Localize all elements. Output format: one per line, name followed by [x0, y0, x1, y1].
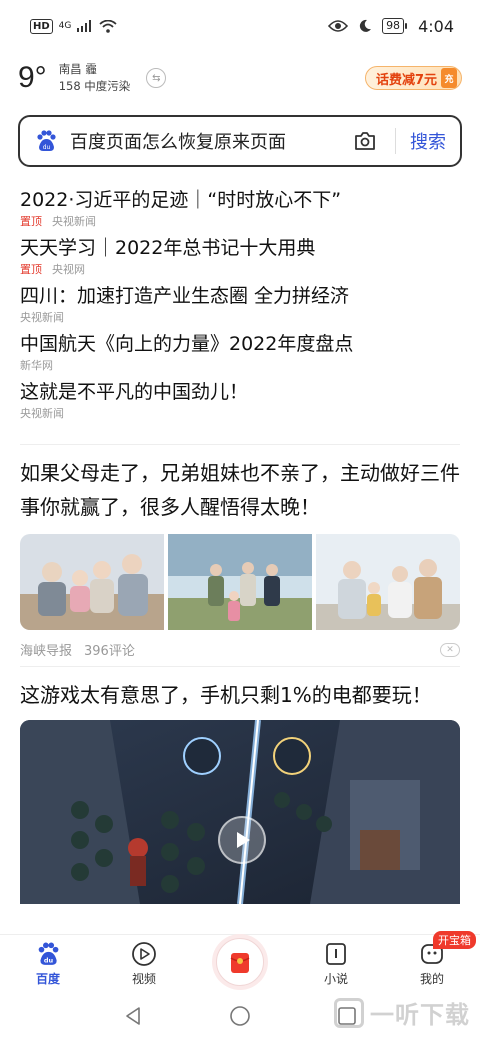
- red-envelope-button[interactable]: [216, 937, 264, 986]
- video-play-icon: [132, 941, 156, 966]
- camera-icon[interactable]: [353, 129, 377, 153]
- watermark-text: 一听下载: [370, 1001, 470, 1029]
- feed-article[interactable]: 这游戏太有意思了，手机只剩1%的电都要玩！: [20, 678, 460, 904]
- home-icon[interactable]: [229, 1005, 251, 1027]
- dismiss-icon[interactable]: ✕: [440, 642, 460, 657]
- phone-recharge-icon: 充: [441, 68, 457, 88]
- video-thumbnail[interactable]: [20, 720, 460, 904]
- play-button[interactable]: [218, 816, 266, 864]
- news-title[interactable]: 四川：加速打造产业生态圈 全力拼经济: [20, 282, 460, 310]
- tab-label: 百度: [35, 971, 60, 986]
- watermark-logo-icon: [334, 997, 364, 1028]
- play-icon: [237, 832, 250, 848]
- tab-label: 小说: [323, 971, 348, 986]
- wifi-icon: [99, 19, 117, 33]
- list-item[interactable]: 2022·习近平的足迹｜“时时放心不下” 置顶 央视新闻: [20, 186, 460, 230]
- svg-text:du: du: [43, 144, 51, 151]
- divider: [20, 444, 460, 445]
- article-photo: [20, 534, 164, 630]
- list-item[interactable]: 中国航天《向上的力量》2022年度盘点 新华网: [20, 330, 460, 374]
- weather-bar: 9° 南昌 霾 158 中度污染 ⇆ 话费减7元 充: [18, 58, 462, 98]
- search-divider: [395, 128, 396, 154]
- news-source: 央视网: [52, 263, 85, 276]
- tab-video[interactable]: 视频: [108, 941, 180, 987]
- do-not-disturb-moon-icon: [359, 19, 372, 32]
- news-title[interactable]: 中国航天《向上的力量》2022年度盘点: [20, 330, 460, 358]
- book-icon: [326, 942, 346, 965]
- game-screenshot: [20, 720, 460, 904]
- hot-news-list: 2022·习近平的足迹｜“时时放心不下” 置顶 央视新闻 天天学习｜2022年总书…: [20, 186, 460, 426]
- search-input[interactable]: 百度页面怎么恢复原来页面: [70, 128, 353, 154]
- tab-label: 视频: [131, 971, 156, 986]
- eye-comfort-icon: [328, 20, 349, 32]
- article-photo: [168, 534, 312, 630]
- news-source: 新华网: [20, 359, 53, 372]
- article-images[interactable]: [20, 534, 460, 630]
- tab-label: 我的: [419, 971, 444, 986]
- divider: [20, 666, 460, 667]
- list-item[interactable]: 这就是不平凡的中国劲儿！ 央视新闻: [20, 378, 460, 422]
- comment-count[interactable]: 396评论: [84, 640, 135, 659]
- pinned-tag: 置顶: [20, 263, 42, 276]
- red-envelope-icon: [230, 952, 250, 973]
- pinned-tag: 置顶: [20, 215, 42, 228]
- search-box[interactable]: du 百度页面怎么恢复原来页面 搜索: [18, 115, 462, 167]
- signal-icon: [77, 20, 92, 32]
- battery-indicator: 98: [382, 18, 408, 34]
- list-item[interactable]: 四川：加速打造产业生态圈 全力拼经济 央视新闻: [20, 282, 460, 326]
- news-title[interactable]: 2022·习近平的足迹｜“时时放心不下”: [20, 186, 460, 214]
- baidu-paw-icon: du: [37, 130, 56, 151]
- article-photo: [316, 534, 460, 630]
- temperature[interactable]: 9°: [18, 61, 47, 95]
- news-title[interactable]: 天天学习｜2022年总书记十大用典: [20, 234, 460, 262]
- news-source: 央视新闻: [20, 311, 64, 324]
- watermark: 一听下载: [334, 995, 470, 1030]
- tab-mine[interactable]: 我的 开宝箱: [396, 930, 476, 987]
- clock: 4:04: [418, 16, 454, 36]
- bottom-tab-bar: du 百度 视频 小说 我的 开宝箱: [0, 930, 480, 992]
- article-title[interactable]: 如果父母走了，兄弟姐妹也不亲了，主动做好三件事你就赢了，很多人醒悟得太晚！: [20, 456, 460, 524]
- search-button[interactable]: 搜索: [410, 128, 446, 154]
- status-bar: HD 4G 98 4:04: [0, 0, 480, 52]
- back-icon[interactable]: [122, 1005, 144, 1027]
- news-source: 央视新闻: [52, 215, 96, 228]
- switch-city-icon[interactable]: ⇆: [146, 68, 167, 88]
- promo-badge[interactable]: 话费减7元 充: [364, 66, 462, 90]
- weather-location: 南昌 霾: [58, 62, 97, 76]
- tab-baidu[interactable]: du 百度: [12, 941, 84, 987]
- baidu-paw-icon: du: [38, 942, 59, 965]
- tab-red-envelope[interactable]: [204, 937, 276, 986]
- network-type: 4G: [58, 20, 72, 31]
- list-item[interactable]: 天天学习｜2022年总书记十大用典 置顶 央视网: [20, 234, 460, 278]
- article-source: 海峡导报: [20, 644, 73, 659]
- tab-novel[interactable]: 小说: [300, 941, 372, 987]
- svg-text:du: du: [44, 956, 54, 964]
- promo-label: 话费减7元: [375, 72, 437, 88]
- news-title[interactable]: 这就是不平凡的中国劲儿！: [20, 378, 460, 406]
- feed-article[interactable]: 如果父母走了，兄弟姐妹也不亲了，主动做好三件事你就赢了，很多人醒悟得太晚！ 海峡…: [20, 456, 460, 659]
- weather-info[interactable]: 南昌 霾 158 中度污染: [59, 61, 131, 95]
- air-quality: 158 中度污染: [58, 79, 131, 93]
- news-source: 央视新闻: [20, 407, 64, 420]
- treasure-badge[interactable]: 开宝箱: [433, 930, 476, 949]
- hd-indicator: HD: [30, 18, 53, 34]
- article-title[interactable]: 这游戏太有意思了，手机只剩1%的电都要玩！: [20, 678, 460, 712]
